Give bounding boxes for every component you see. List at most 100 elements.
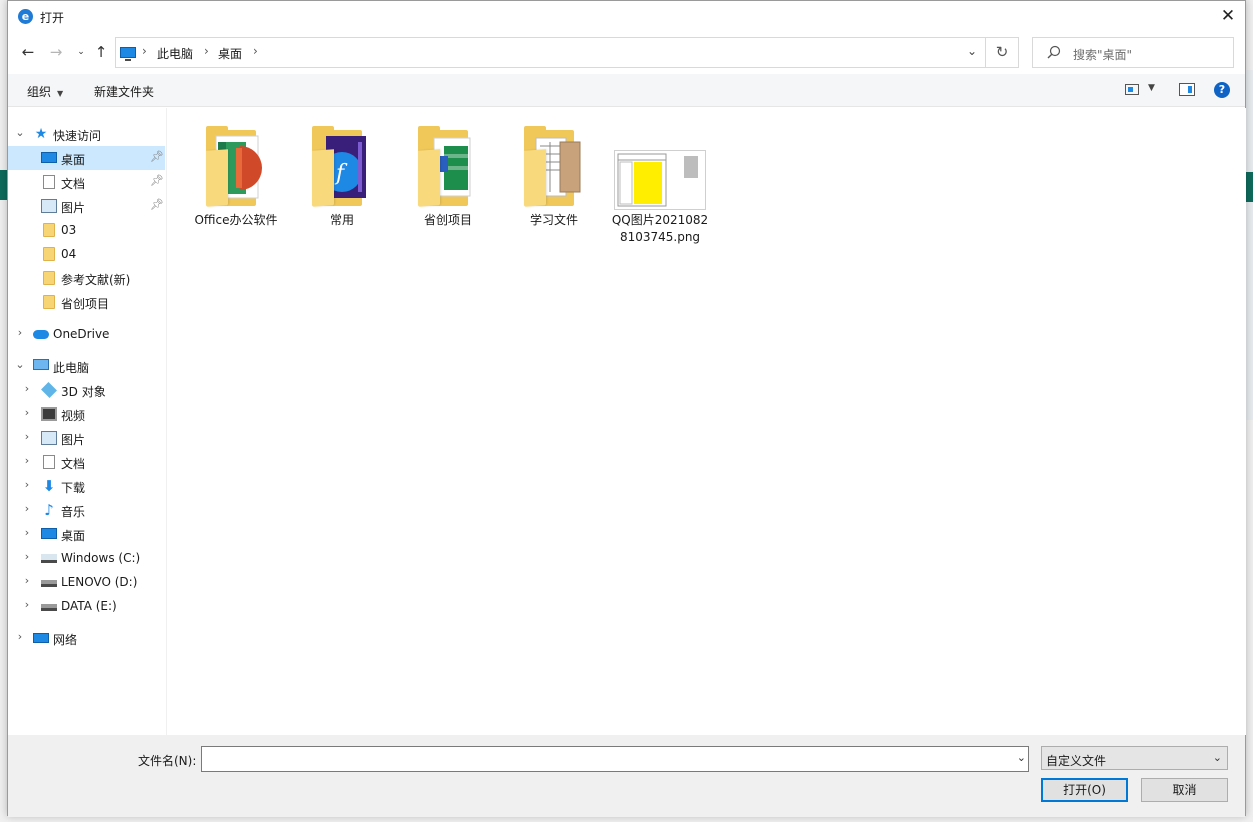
filename-field[interactable]: ⌄ bbox=[201, 746, 1029, 772]
cancel-button[interactable]: 取消 bbox=[1141, 778, 1228, 802]
window-title: 打开 bbox=[40, 11, 65, 25]
chevron-right-icon[interactable]: › bbox=[21, 550, 33, 563]
download-icon: ⬇︎ bbox=[42, 477, 56, 495]
file-item-qq-image[interactable]: QQ图片20210828103745.png bbox=[610, 120, 710, 246]
help-icon[interactable]: ? bbox=[1214, 82, 1230, 98]
organize-button[interactable]: 组织 ▼ bbox=[27, 83, 63, 100]
chevron-right-icon[interactable]: › bbox=[14, 326, 26, 339]
desktop-icon bbox=[41, 152, 57, 163]
tree-label: 图片 bbox=[61, 201, 86, 215]
chevron-down-icon[interactable]: ⌄ bbox=[1017, 751, 1026, 764]
tree-item-folder-04[interactable]: 04 bbox=[8, 242, 165, 266]
caret-down-icon: ▼ bbox=[57, 89, 64, 98]
chevron-right-icon[interactable]: › bbox=[21, 454, 33, 467]
chevron-right-icon[interactable]: › bbox=[21, 598, 33, 611]
change-view-icon[interactable] bbox=[1125, 84, 1139, 95]
tree-item-references[interactable]: 参考文献(新) bbox=[8, 266, 165, 290]
file-type-value: 自定义文件 bbox=[1046, 754, 1107, 768]
tree-item-documents[interactable]: 文档 📌︎ bbox=[8, 170, 165, 194]
search-icon bbox=[1047, 45, 1061, 59]
search-box[interactable]: 搜索"桌面" bbox=[1032, 37, 1234, 68]
tree-item-pictures-pc[interactable]: › 图片 bbox=[8, 426, 165, 450]
file-item-common[interactable]: f 常用 bbox=[292, 120, 392, 229]
breadcrumb-this-pc[interactable]: 此电脑 bbox=[157, 45, 193, 62]
tree-item-documents-pc[interactable]: › 文档 bbox=[8, 450, 165, 474]
tree-item-desktop[interactable]: 桌面 📌︎ bbox=[8, 146, 165, 170]
chevron-right-icon[interactable]: › bbox=[21, 574, 33, 587]
tree-label: DATA (E:) bbox=[61, 599, 117, 613]
desktop-icon bbox=[120, 47, 136, 61]
caret-down-icon[interactable]: ▼ bbox=[1148, 83, 1155, 93]
app-icon: e bbox=[18, 9, 33, 24]
chevron-right-icon[interactable]: › bbox=[204, 44, 209, 58]
star-icon: ★ bbox=[34, 126, 48, 142]
open-button[interactable]: 打开(O) bbox=[1041, 778, 1128, 802]
refresh-button[interactable]: ↻ bbox=[985, 38, 1018, 67]
forward-button[interactable]: → bbox=[46, 42, 66, 62]
new-folder-button[interactable]: 新建文件夹 bbox=[94, 83, 154, 100]
organize-label: 组织 bbox=[27, 85, 52, 99]
filename-label: 文件名(N): bbox=[138, 754, 197, 768]
file-item-study[interactable]: 学习文件 bbox=[504, 120, 604, 229]
tree-label: 桌面 bbox=[61, 529, 86, 543]
open-file-dialog: e 打开 ✕ ← → ⌄ ↑ › 此电脑 › 桌面 › ⌄ ↻ 搜索"桌面" 组… bbox=[7, 0, 1246, 817]
chevron-down-icon[interactable]: ⌄ bbox=[14, 358, 26, 371]
tree-item-quick-access[interactable]: ⌄ ★ 快速访问 bbox=[8, 122, 165, 146]
tree-item-network[interactable]: › 网络 bbox=[8, 626, 165, 650]
chevron-down-icon[interactable]: ⌄ bbox=[14, 126, 26, 139]
pin-icon[interactable]: 📌︎ bbox=[150, 174, 164, 187]
tree-label: 桌面 bbox=[61, 153, 86, 167]
tree-item-drive-e[interactable]: › DATA (E:) bbox=[8, 594, 165, 618]
tree-item-videos[interactable]: › 视频 bbox=[8, 402, 165, 426]
chevron-right-icon[interactable]: › bbox=[21, 478, 33, 491]
tree-item-this-pc[interactable]: ⌄ 此电脑 bbox=[8, 354, 165, 378]
chevron-right-icon[interactable]: › bbox=[21, 382, 33, 395]
address-bar[interactable]: › 此电脑 › 桌面 › ⌄ ↻ bbox=[115, 37, 1019, 68]
up-button[interactable]: ↑ bbox=[91, 42, 111, 62]
breadcrumb-desktop[interactable]: 桌面 bbox=[218, 45, 242, 62]
tree-item-drive-d[interactable]: › LENOVO (D:) bbox=[8, 570, 165, 594]
footer-bar: 文件名(N): ⌄ 自定义文件 ⌄ 打开(O) 取消 bbox=[8, 735, 1245, 817]
drive-icon bbox=[41, 580, 57, 587]
chevron-right-icon[interactable]: › bbox=[142, 44, 147, 58]
file-item-provincial-project[interactable]: 省创项目 bbox=[398, 120, 498, 229]
file-type-select[interactable]: 自定义文件 ⌄ bbox=[1041, 746, 1228, 770]
chevron-right-icon[interactable]: › bbox=[14, 630, 26, 643]
tree-item-3d-objects[interactable]: › 3D 对象 bbox=[8, 378, 165, 402]
file-item-office[interactable]: Office办公软件 bbox=[186, 120, 286, 229]
music-icon: ♪ bbox=[44, 501, 54, 519]
tree-item-onedrive[interactable]: › OneDrive bbox=[8, 322, 165, 346]
back-button[interactable]: ← bbox=[18, 42, 38, 62]
chevron-right-icon[interactable]: › bbox=[21, 502, 33, 515]
pin-icon[interactable]: 📌︎ bbox=[150, 198, 164, 211]
tree-item-music[interactable]: › ♪ 音乐 bbox=[8, 498, 165, 522]
chevron-right-icon[interactable]: › bbox=[21, 430, 33, 443]
picture-icon bbox=[41, 199, 57, 213]
recent-locations-icon[interactable]: ⌄ bbox=[71, 42, 91, 62]
close-button[interactable]: ✕ bbox=[1211, 1, 1245, 31]
preview-pane-icon[interactable] bbox=[1179, 83, 1195, 96]
tree-label: 3D 对象 bbox=[61, 385, 106, 399]
document-icon bbox=[43, 455, 55, 469]
chevron-right-icon[interactable]: › bbox=[21, 406, 33, 419]
file-name: QQ图片20210828103745.png bbox=[611, 213, 709, 244]
folder-icon bbox=[43, 295, 55, 309]
tree-item-provincial-project[interactable]: 省创项目 bbox=[8, 290, 165, 314]
tree-item-desktop-pc[interactable]: › 桌面 bbox=[8, 522, 165, 546]
desktop-icon bbox=[41, 528, 57, 539]
chevron-down-icon[interactable]: ⌄ bbox=[962, 44, 982, 62]
file-name: 省创项目 bbox=[423, 213, 472, 227]
folder-icon bbox=[43, 223, 55, 237]
docs-folder-icon bbox=[408, 120, 488, 210]
tree-item-pictures[interactable]: 图片 📌︎ bbox=[8, 194, 165, 218]
tree-item-drive-c[interactable]: › Windows (C:) bbox=[8, 546, 165, 570]
pin-icon[interactable]: 📌︎ bbox=[150, 150, 164, 163]
tree-label: 音乐 bbox=[61, 505, 86, 519]
chevron-down-icon: ⌄ bbox=[1212, 751, 1222, 764]
tree-item-downloads[interactable]: › ⬇︎ 下载 bbox=[8, 474, 165, 498]
tree-label: Windows (C:) bbox=[61, 551, 141, 565]
chevron-right-icon[interactable]: › bbox=[21, 526, 33, 539]
tree-item-folder-03[interactable]: 03 bbox=[8, 218, 165, 242]
chevron-right-icon[interactable]: › bbox=[253, 44, 258, 58]
flash-folder-icon: f bbox=[302, 120, 382, 210]
